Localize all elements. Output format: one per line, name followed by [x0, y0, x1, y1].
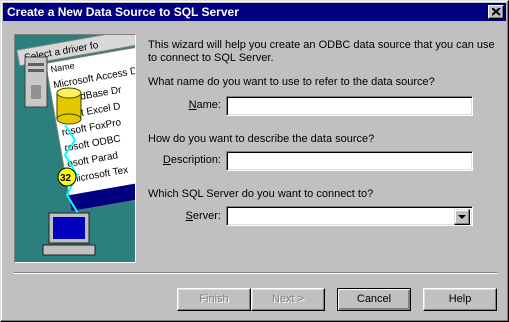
help-button[interactable]: Help: [423, 288, 497, 311]
finish-button[interactable]: Finish: [177, 288, 251, 311]
description-field[interactable]: [226, 151, 473, 171]
close-button[interactable]: [488, 5, 504, 19]
name-question: What name do you want to use to refer to…: [148, 76, 435, 88]
separator-line: [14, 272, 497, 274]
server-question: Which SQL Server do you want to connect …: [148, 188, 374, 200]
name-input[interactable]: [229, 99, 470, 113]
server-input[interactable]: [229, 209, 452, 223]
description-question: How do you want to describe the data sou…: [148, 133, 375, 145]
name-field[interactable]: [226, 96, 473, 116]
close-icon: [492, 8, 501, 16]
title-bar[interactable]: Create a New Data Source to SQL Server: [3, 3, 506, 21]
dialog-window: Create a New Data Source to SQL Server S…: [0, 0, 509, 322]
wizard-illustration: Select a driver fo Name Microsoft Access…: [14, 34, 136, 263]
server-label: Server:: [185, 210, 221, 222]
description-label: Description:: [162, 154, 221, 166]
description-input[interactable]: [229, 154, 470, 168]
dropdown-arrow-icon[interactable]: [454, 209, 470, 225]
window-title: Create a New Data Source to SQL Server: [7, 5, 239, 19]
server-combobox[interactable]: [226, 206, 473, 226]
intro-text: This wizard will help you create an ODBC…: [148, 39, 495, 64]
badge-32: 32: [60, 173, 72, 184]
next-button[interactable]: Next >: [251, 288, 325, 311]
odbc-driver-artwork: Select a driver fo Name Microsoft Access…: [16, 35, 135, 256]
name-label: Name:: [188, 99, 221, 111]
cancel-button[interactable]: Cancel: [337, 288, 411, 311]
